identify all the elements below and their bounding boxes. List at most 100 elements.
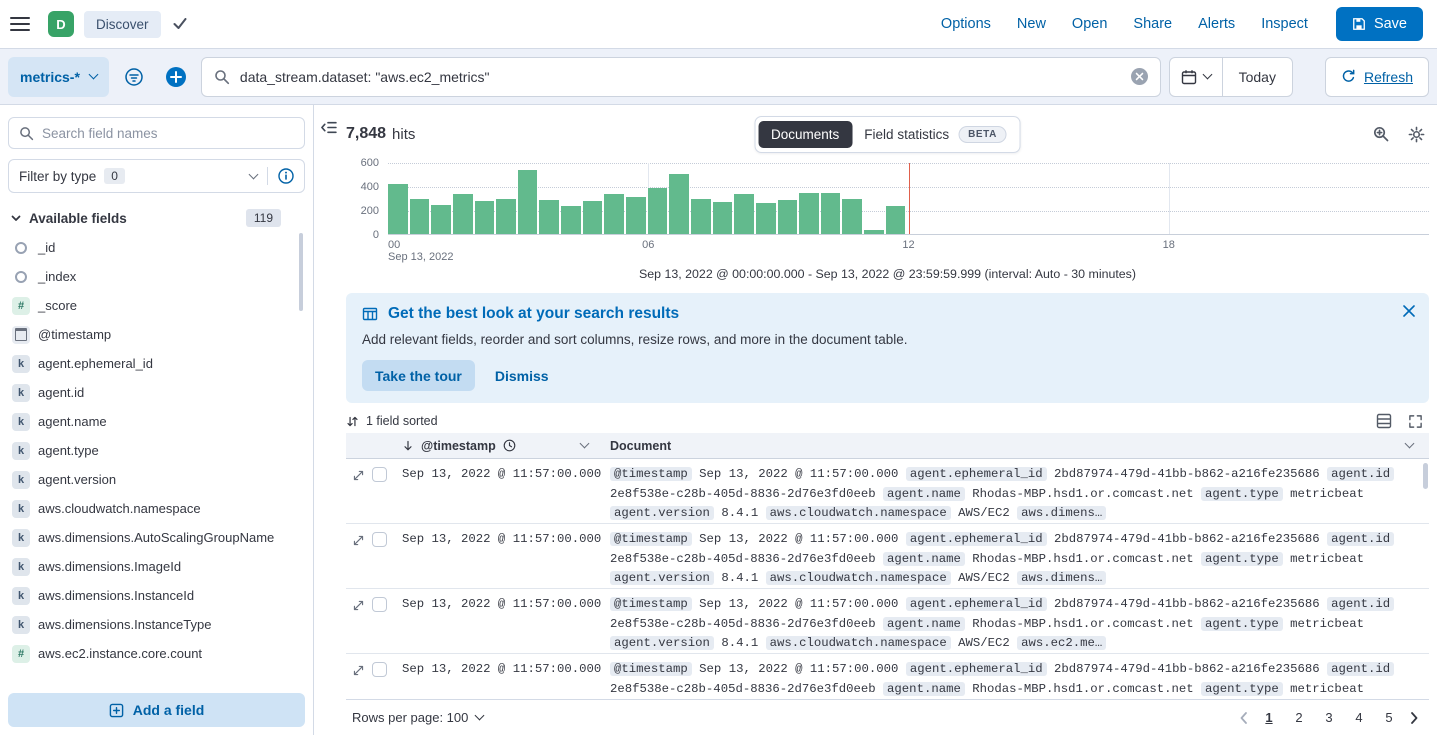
fullscreen-icon[interactable] [1408,413,1423,429]
histogram-bar[interactable] [756,203,776,234]
histogram-bar[interactable] [713,202,733,234]
header-link-share[interactable]: Share [1133,16,1172,32]
page-button-5[interactable]: 5 [1378,707,1400,728]
histogram-bar[interactable] [604,194,624,234]
histogram-bar[interactable] [518,170,538,234]
row-checkbox[interactable] [372,467,387,482]
display-options-icon[interactable] [1376,413,1392,429]
menu-hamburger-icon[interactable] [10,16,30,32]
histogram-bar[interactable] [734,194,754,234]
histogram-bar[interactable] [561,206,581,234]
histogram-bar[interactable] [583,201,603,234]
refresh-button[interactable]: Refresh [1325,57,1429,97]
field-item-_index[interactable]: _index [8,262,291,291]
header-link-options[interactable]: Options [941,16,991,32]
expand-document-icon[interactable] [352,534,365,547]
histogram-bar[interactable] [410,199,430,235]
filter-by-type-dropdown[interactable]: Filter by type 0 [8,159,305,193]
space-avatar[interactable]: D [48,11,74,37]
header-link-new[interactable]: New [1017,16,1046,32]
info-icon[interactable] [278,168,294,184]
histogram-bar[interactable] [842,199,862,235]
gear-icon[interactable] [1408,126,1425,143]
add-field-button[interactable]: Add a field [8,693,305,727]
expand-document-icon[interactable] [352,469,365,482]
histogram-bar[interactable] [886,206,906,234]
check-icon[interactable] [173,18,187,30]
row-checkbox[interactable] [372,597,387,612]
field-item-aws.cloudwatch.namespace[interactable]: kaws.cloudwatch.namespace [8,494,291,523]
document-column-label: Document [610,439,671,453]
inspect-icon[interactable] [1372,125,1390,143]
row-checkbox[interactable] [372,662,387,677]
previous-page-button[interactable] [1235,712,1252,724]
available-fields-section-toggle[interactable]: Available fields 119 [8,209,305,227]
histogram-bar[interactable] [496,199,516,235]
timestamp-column-header[interactable]: @timestamp [402,439,610,453]
collapse-sidebar-icon[interactable] [320,119,337,136]
field-item-aws.dimensions.InstanceType[interactable]: kaws.dimensions.InstanceType [8,610,291,639]
tour-callout: Get the best look at your search results… [346,293,1429,403]
field-item-agent.id[interactable]: kagent.id [8,378,291,407]
time-range-today-button[interactable]: Today [1223,58,1292,96]
expand-document-icon[interactable] [352,599,365,612]
header-link-inspect[interactable]: Inspect [1261,16,1308,32]
breadcrumb-discover[interactable]: Discover [84,11,161,38]
histogram-bar[interactable] [539,200,559,234]
histogram-bar[interactable] [431,205,451,234]
page-button-1[interactable]: 1 [1258,707,1280,728]
histogram-bar[interactable] [778,200,798,234]
search-icon [214,69,230,85]
histogram-bar[interactable] [453,194,473,234]
header-link-open[interactable]: Open [1072,16,1107,32]
next-page-button[interactable] [1406,712,1423,724]
histogram-bar[interactable] [821,193,841,234]
document-column-header[interactable]: Document [610,439,1429,453]
tab-field-statistics[interactable]: Field statistics BETA [854,120,1017,149]
doc-field-name-badge: agent.name [883,552,965,566]
row-checkbox[interactable] [372,532,387,547]
field-search-input[interactable] [42,126,294,141]
query-input[interactable] [240,69,1121,85]
field-item-agent.type[interactable]: kagent.type [8,436,291,465]
field-item-agent.version[interactable]: kagent.version [8,465,291,494]
field-item-agent.name[interactable]: kagent.name [8,407,291,436]
sidebar-scrollbar[interactable] [299,233,303,311]
field-item-_id[interactable]: _id [8,233,291,262]
histogram-bar[interactable] [388,184,408,234]
date-picker-calendar-button[interactable] [1170,58,1223,96]
data-view-selector[interactable]: metrics-* [8,57,109,97]
doc-field-name-badge: aws.cloudwatch.namespace [766,571,951,585]
page-button-2[interactable]: 2 [1288,707,1310,728]
rows-per-page-button[interactable]: Rows per page: 100 [352,710,483,725]
page-button-3[interactable]: 3 [1318,707,1340,728]
histogram-bar[interactable] [475,201,495,234]
field-item-@timestamp[interactable]: @timestamp [8,320,291,349]
field-item-agent.ephemeral_id[interactable]: kagent.ephemeral_id [8,349,291,378]
histogram-bar[interactable] [799,193,819,234]
close-icon[interactable] [1403,305,1415,317]
clear-query-icon[interactable] [1131,68,1148,85]
histogram-bar[interactable] [669,174,689,234]
field-item-aws.dimensions.InstanceId[interactable]: kaws.dimensions.InstanceId [8,581,291,610]
page-button-4[interactable]: 4 [1348,707,1370,728]
add-filter-button[interactable] [159,57,193,97]
field-item-aws.dimensions.AutoScalingGroupName[interactable]: kaws.dimensions.AutoScalingGroupName [8,523,291,552]
table-scrollbar[interactable] [1423,463,1428,489]
field-sorted-button[interactable]: 1 field sorted [366,414,438,428]
header-link-alerts[interactable]: Alerts [1198,16,1235,32]
dismiss-button[interactable]: Dismiss [495,368,549,384]
take-the-tour-button[interactable]: Take the tour [362,360,475,391]
field-name: _id [38,240,55,255]
save-button[interactable]: Save [1336,7,1423,41]
field-item-_score[interactable]: #_score [8,291,291,320]
histogram-bar[interactable] [626,197,646,234]
expand-document-icon[interactable] [352,664,365,677]
saved-query-menu-icon[interactable] [117,57,151,97]
histogram-bar[interactable] [691,199,711,235]
field-item-aws.dimensions.ImageId[interactable]: kaws.dimensions.ImageId [8,552,291,581]
tab-documents[interactable]: Documents [758,121,852,148]
field-item-aws.ec2.instance.core.count[interactable]: #aws.ec2.instance.core.count [8,639,291,668]
histogram-bar[interactable] [648,188,668,234]
histogram-bar[interactable] [864,230,884,234]
